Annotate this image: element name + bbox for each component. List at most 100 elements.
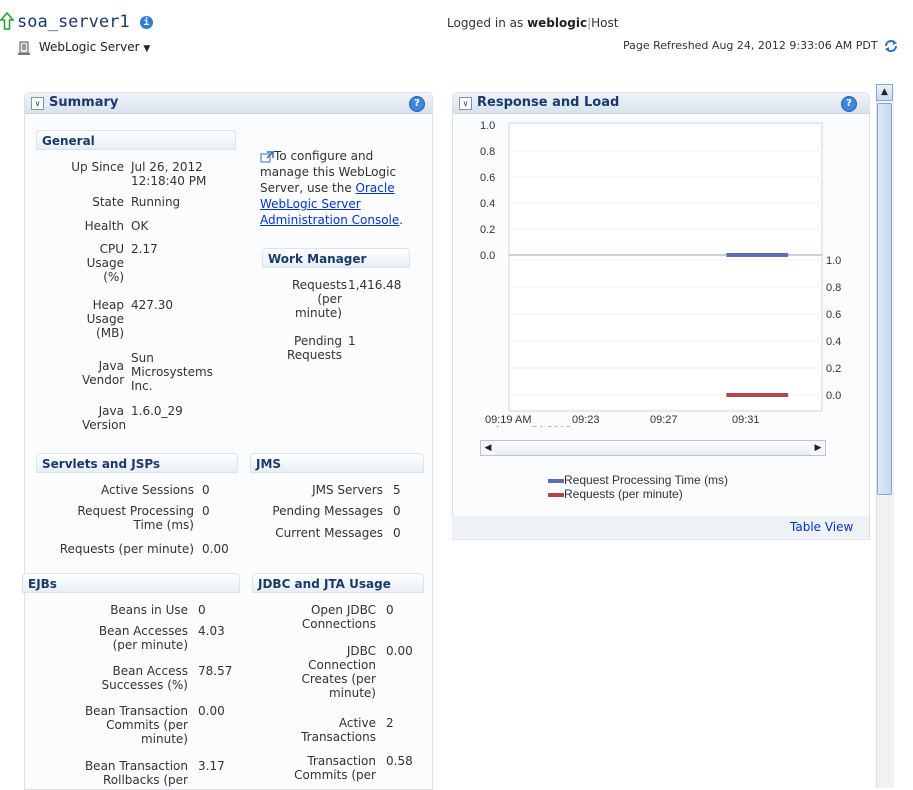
open-jdbc-value: 0 [386, 603, 394, 617]
bean-tx-rollbacks-value: 3.17 [198, 759, 225, 773]
health-value: OK [131, 219, 149, 233]
current-messages-value: 0 [393, 526, 401, 540]
y-left-tick: 0.4 [480, 198, 495, 210]
x-axis: 09:19 AM09:2309:2709:31August 24 2012 [485, 414, 760, 427]
y-right-tick: 0.8 [826, 282, 841, 294]
y-left-tick: 0.6 [480, 172, 495, 184]
jdbc-creates-value: 0.00 [386, 644, 413, 658]
summary-header: ∨ Summary ? [25, 93, 432, 114]
legend-item-requests: Requests (per minute) [548, 487, 728, 501]
tx-commits-value: 0.58 [386, 754, 413, 768]
cpu-usage-label: CPU Usage (%) [86, 242, 124, 284]
servlet-requests-label: Requests (per minute) [59, 542, 194, 556]
wm-requests-label: Requests (per minute) [292, 278, 347, 320]
request-processing-value: 0 [202, 504, 210, 518]
legend-label-requests: Requests (per minute) [564, 487, 683, 501]
logged-in-prefix: Logged in as [447, 16, 524, 30]
configure-text-end: . [399, 213, 404, 227]
x-subtitle: August 24 2012 [494, 425, 571, 427]
general-section-title: General [36, 130, 236, 150]
x-tick: 09:27 [650, 414, 678, 426]
jms-title: JMS [250, 453, 424, 473]
y-right-tick: 0.4 [826, 336, 841, 348]
up-since-label: Up Since [71, 160, 124, 174]
java-version-label: Java Version [82, 404, 127, 432]
configure-note: To configure and manage this WebLogic Se… [260, 148, 410, 228]
scroll-left-icon[interactable]: ◀ [481, 441, 495, 455]
heap-usage-value: 427.30 [131, 298, 173, 312]
bean-accesses-value: 4.03 [198, 624, 225, 638]
bean-accesses-label: Bean Accesses (per minute) [98, 624, 188, 652]
current-messages-label: Current Messages [275, 526, 383, 540]
response-header: ∨ Response and Load ? [453, 93, 869, 114]
heap-usage-label: Heap Usage (MB) [86, 298, 124, 340]
active-sessions-value: 0 [202, 483, 210, 497]
health-label: Health [84, 219, 124, 233]
info-icon[interactable]: i [139, 15, 153, 29]
y-left-tick: 0.0 [480, 250, 495, 262]
chart-legend: Request Processing Time (ms) Requests (p… [548, 473, 728, 501]
cpu-usage-value: 2.17 [131, 242, 158, 256]
bean-tx-commits-value: 0.00 [198, 704, 225, 718]
wm-pending-value: 1 [348, 334, 356, 348]
y-left-tick: 0.2 [480, 224, 495, 236]
response-chart: 1.0 0.8 0.6 0.4 0.2 0.0 1.0 0.8 0.6 0.4 0.2 0.0 09… [480, 120, 841, 427]
y-right-tick: 1.0 [826, 255, 841, 267]
jms-servers-label: JMS Servers [312, 483, 383, 497]
summary-title: Summary [49, 95, 119, 110]
response-title: Response and Load [477, 95, 620, 110]
jms-servers-value: 5 [393, 483, 401, 497]
bean-tx-commits-label: Bean Transaction Commits (per minute) [84, 704, 188, 746]
wm-requests-value: 1,416.48 [348, 278, 402, 292]
response-collapse-icon[interactable]: ∨ [459, 97, 472, 110]
chevron-down-icon: ▼ [143, 44, 151, 54]
x-tick: 09:31 [732, 414, 760, 426]
jdbc-title: JDBC and JTA Usage [252, 573, 424, 593]
bean-access-successes-value: 78.57 [198, 664, 233, 678]
login-info: Logged in as weblogic|Host [447, 16, 619, 30]
y-axis-right: 1.0 0.8 0.6 0.4 0.2 0.0 [826, 255, 841, 402]
ejbs-title: EJBs [22, 573, 240, 593]
servlet-requests-value: 0.00 [202, 542, 229, 556]
username: weblogic [527, 16, 588, 30]
active-tx-value: 2 [386, 716, 394, 730]
java-vendor-label: Java Vendor [82, 359, 125, 387]
java-version-value: 1.6.0_29 [131, 404, 183, 418]
scroll-thumb[interactable] [877, 103, 892, 495]
java-vendor-value: Sun Microsystems Inc. [131, 351, 213, 393]
up-arrow-icon[interactable] [0, 12, 14, 30]
host-link[interactable]: Host [591, 16, 618, 30]
state-label: State [92, 195, 124, 209]
state-value: Running [131, 195, 181, 209]
table-view-link[interactable]: Table View [790, 520, 853, 534]
wm-pending-label: Pending Requests [287, 334, 342, 362]
beans-in-use-label: Beans in Use [110, 603, 188, 617]
active-tx-label: Active Transactions [301, 716, 376, 744]
y-axis-left: 1.0 0.8 0.6 0.4 0.2 0.0 [480, 120, 495, 262]
request-processing-label: Request Processing Time (ms) [77, 504, 194, 532]
chart-scrollbar[interactable]: ◀ ▶ [480, 440, 826, 456]
jdbc-creates-label: JDBC Connection Creates (per minute) [301, 644, 376, 700]
weblogic-server-menu[interactable]: WebLogic Server ▼ [17, 40, 150, 55]
beans-in-use-value: 0 [198, 603, 206, 617]
y-right-tick: 0.2 [826, 363, 841, 375]
refreshed-label: Page Refreshed Aug 24, 2012 9:33:06 AM P… [623, 39, 878, 52]
y-right-tick: 0.6 [826, 309, 841, 321]
up-since-value: Jul 26, 2012 12:18:40 PM [131, 160, 207, 188]
tx-commits-label: Transaction Commits (per [294, 754, 376, 782]
scroll-right-icon[interactable]: ▶ [811, 441, 825, 455]
server-menu-label: WebLogic Server [38, 40, 140, 54]
chart-scroll-thumb[interactable] [495, 441, 811, 455]
response-help-icon[interactable]: ? [841, 96, 857, 112]
help-icon[interactable]: ? [409, 96, 425, 112]
open-jdbc-label: Open JDBC Connections [301, 603, 376, 631]
refresh-icon[interactable] [883, 39, 899, 53]
legend-swatch-rpt [548, 478, 564, 483]
y-right-tick: 0.0 [826, 390, 841, 402]
table-view-bar: Table View [452, 516, 869, 538]
pending-messages-label: Pending Messages [272, 504, 383, 518]
scroll-up-button[interactable]: ▲ [876, 84, 893, 101]
server-icon [18, 41, 30, 55]
collapse-icon[interactable]: ∨ [31, 97, 44, 110]
server-name: soa_server1 [17, 12, 130, 32]
